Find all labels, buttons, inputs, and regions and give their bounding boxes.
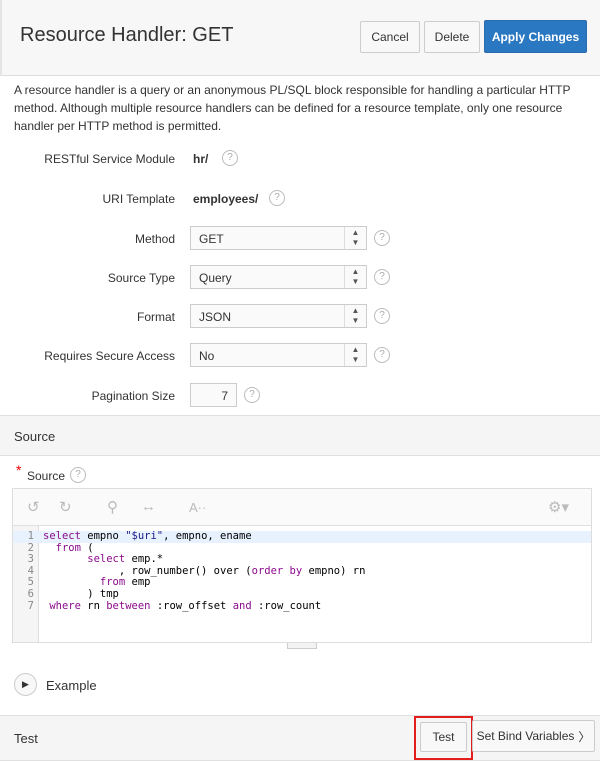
method-label: Method: [134, 232, 175, 246]
line-number: 6: [27, 587, 34, 600]
delete-button[interactable]: Delete: [424, 21, 480, 53]
example-toggle[interactable]: Example: [46, 678, 97, 693]
uri-template-value: employees/: [193, 192, 259, 206]
source-type-select[interactable]: Query ▲ ▼: [190, 265, 367, 289]
method-select[interactable]: GET ▲ ▼: [190, 226, 367, 250]
pagination-size-input[interactable]: 7: [190, 383, 237, 407]
page-title: Resource Handler: GET: [20, 24, 234, 46]
required-marker: *: [16, 462, 22, 478]
source-type-value: Query: [199, 271, 232, 285]
source-type-label: Source Type: [107, 271, 175, 285]
format-label: Format: [136, 310, 175, 324]
autocomplete-icon[interactable]: A··: [189, 500, 206, 515]
line-number: 1: [27, 530, 34, 542]
help-icon[interactable]: ?: [70, 467, 86, 483]
chevron-updown-icon: ▲ ▼: [344, 266, 366, 288]
source-region-title: Source: [0, 415, 600, 456]
format-select[interactable]: JSON ▲ ▼: [190, 304, 367, 328]
chevron-updown-icon: ▲ ▼: [344, 344, 366, 366]
expand-example-icon[interactable]: ▶: [14, 673, 37, 696]
line-number: 7: [27, 599, 34, 612]
chevron-updown-icon: ▲ ▼: [344, 305, 366, 327]
chevron-right-icon: 〉: [578, 729, 591, 744]
pagination-size-label: Pagination Size: [91, 389, 175, 403]
secure-access-label: Requires Secure Access: [44, 349, 175, 363]
resize-handle[interactable]: [287, 643, 317, 649]
code-text: where rn between :row_offset and :row_co…: [49, 599, 322, 612]
page-header: Resource Handler: GET Cancel Delete Appl…: [0, 0, 600, 76]
format-value: JSON: [199, 310, 232, 324]
set-bind-variables-label: Set Bind Variables: [476, 729, 575, 743]
module-label: RESTful Service Module: [44, 152, 175, 166]
source-label: Source: [27, 469, 66, 483]
help-icon[interactable]: ?: [374, 347, 390, 363]
code-editor[interactable]: ↺ ↻ ⚲ ↔ A·· ⚙▾ 1 select empno "$uri", emp…: [12, 488, 592, 643]
secure-access-select[interactable]: No ▲ ▼: [190, 343, 367, 367]
method-value: GET: [199, 232, 224, 246]
help-icon[interactable]: ?: [374, 269, 390, 285]
redo-icon[interactable]: ↻: [59, 498, 72, 516]
search-icon[interactable]: ⚲: [107, 498, 118, 516]
cancel-button[interactable]: Cancel: [360, 21, 420, 53]
chevron-updown-icon: ▲ ▼: [344, 227, 366, 249]
set-bind-variables-button[interactable]: Set Bind Variables 〉: [472, 720, 595, 752]
code-content[interactable]: 1 select empno "$uri", empno, ename 2 from…: [13, 530, 591, 613]
help-icon[interactable]: ?: [244, 387, 260, 403]
undo-icon[interactable]: ↺: [27, 498, 40, 516]
apply-changes-button[interactable]: Apply Changes: [484, 20, 587, 53]
uri-template-label: URI Template: [102, 192, 175, 206]
code-line[interactable]: 1 select empno "$uri", empno, ename: [13, 530, 591, 543]
description: A resource handler is a query or an anon…: [14, 83, 571, 133]
editor-toolbar: ↺ ↻ ⚲ ↔ A·· ⚙▾: [13, 489, 591, 526]
help-icon[interactable]: ?: [222, 150, 238, 166]
code-line[interactable]: 7 where rn between :row_offset and :row_…: [13, 599, 591, 613]
test-button[interactable]: Test: [420, 722, 467, 752]
settings-icon[interactable]: ⚙▾: [548, 498, 569, 516]
help-icon[interactable]: ?: [374, 308, 390, 324]
replace-icon[interactable]: ↔: [141, 498, 156, 515]
module-value: hr/: [193, 152, 209, 166]
help-icon[interactable]: ?: [269, 190, 285, 206]
secure-access-value: No: [199, 349, 215, 363]
help-icon[interactable]: ?: [374, 230, 390, 246]
